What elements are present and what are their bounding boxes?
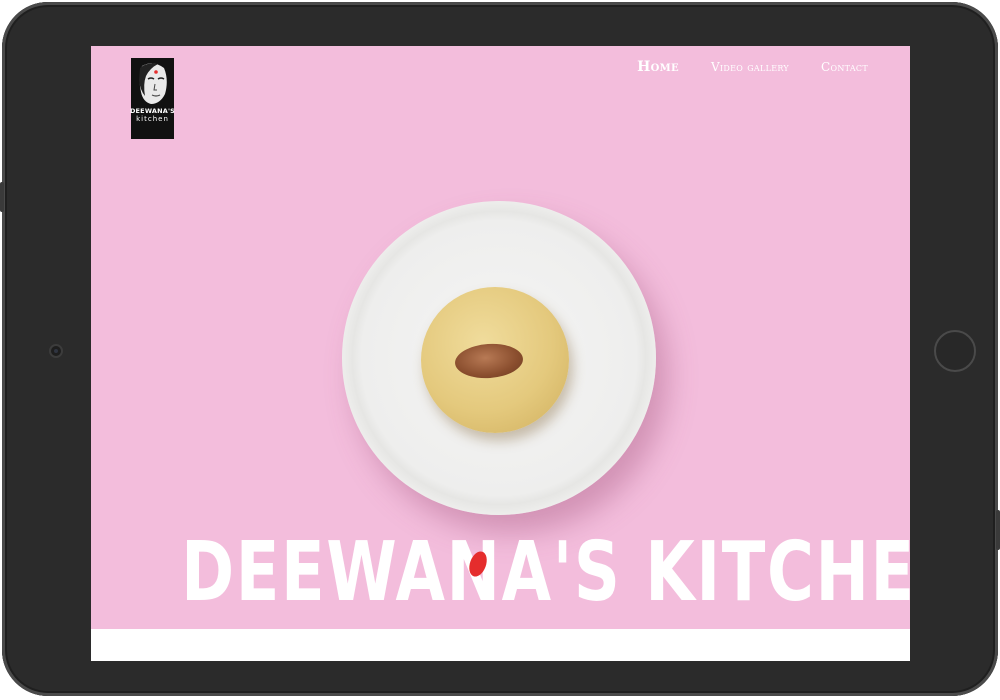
nav-home[interactable]: Home [637,59,679,75]
logo-text-line1: DEEWANA'S [129,107,176,115]
website-screen: DEEWANA'S kitchen Home Video gallery Con… [91,46,910,661]
camera-icon [49,344,63,358]
hero-title: DEEWANA'S KITCHEN [181,525,910,620]
volume-button [0,182,4,212]
hero-image [342,201,656,515]
nav-video-gallery[interactable]: Video gallery [711,60,789,74]
home-button[interactable] [934,330,976,372]
bottom-strip [91,629,910,661]
site-logo[interactable]: DEEWANA'S kitchen [129,58,176,139]
logo-text-line2: kitchen [136,115,169,123]
nav-contact[interactable]: Contact [821,60,868,74]
main-nav: Home Video gallery Contact [637,59,868,75]
side-button [996,510,1000,550]
face-logo-icon [138,63,167,104]
tablet-frame: DEEWANA'S kitchen Home Video gallery Con… [0,2,1000,696]
